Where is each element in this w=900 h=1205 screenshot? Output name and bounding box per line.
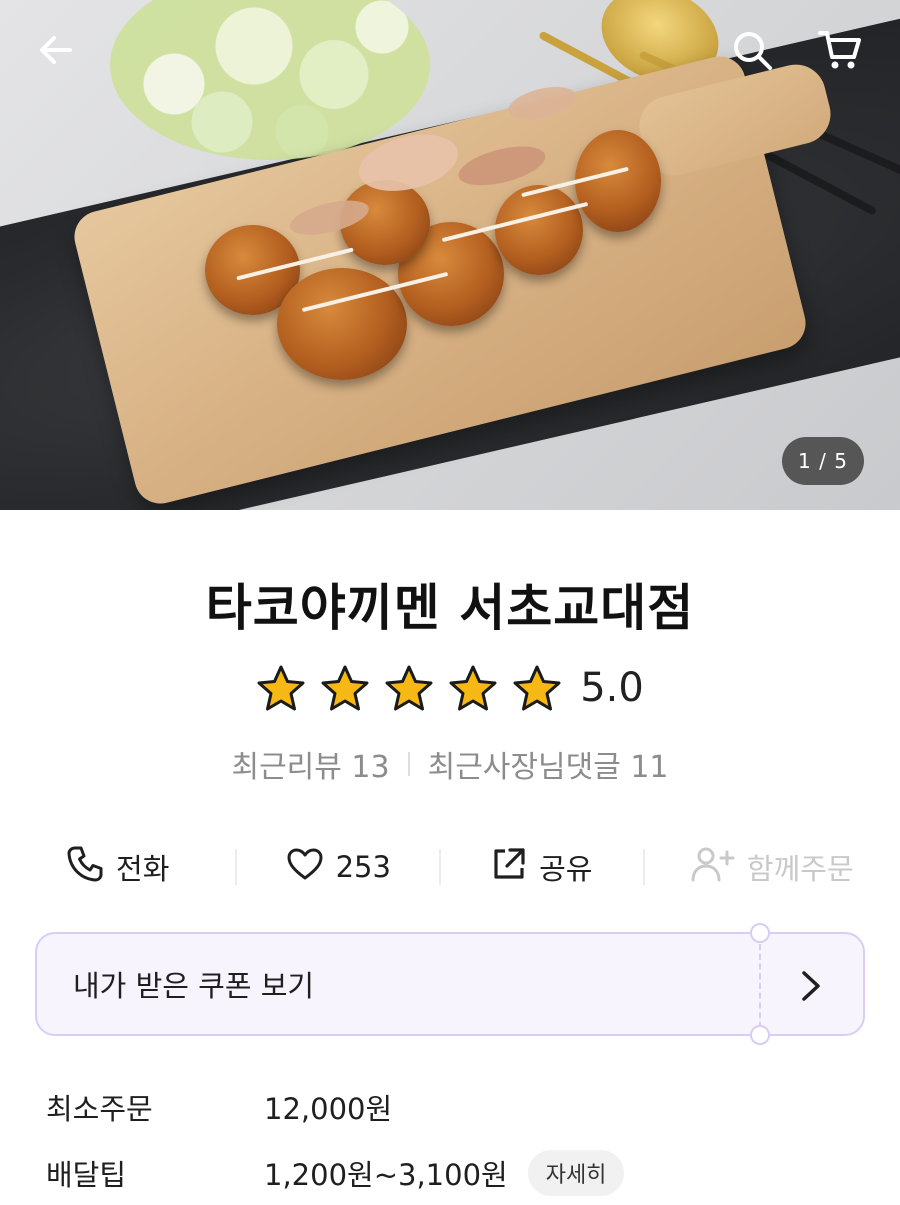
- search-button[interactable]: [724, 24, 780, 80]
- chevron-right-icon: [789, 964, 833, 1008]
- favorite-count: 253: [335, 850, 391, 884]
- star-icon: [512, 664, 562, 712]
- search-icon: [730, 28, 774, 76]
- share-label: 공유: [539, 852, 593, 886]
- rating-value: 5.0: [580, 665, 644, 711]
- store-detail-page: 1 / 5 타코야끼멘 서초교대점 5.0 최근리뷰 13 최근사장님댓글 11…: [0, 0, 900, 1205]
- add-user-icon: [691, 846, 735, 889]
- cart-icon: [817, 28, 863, 76]
- store-photo-carousel[interactable]: 1 / 5: [0, 0, 900, 510]
- photo-counter-badge: 1 / 5: [782, 437, 864, 485]
- my-coupons-button[interactable]: 내가 받은 쿠폰 보기: [35, 923, 865, 1045]
- delivery-tip-details-button[interactable]: 자세히: [527, 1150, 625, 1196]
- coupon-label: 내가 받은 쿠폰 보기: [73, 969, 315, 1003]
- min-order-value: 12,000원: [264, 1092, 393, 1126]
- heart-icon: [286, 847, 324, 888]
- review-summary: 최근리뷰 13 최근사장님댓글 11: [0, 742, 900, 786]
- recent-reviews-link[interactable]: 최근리뷰 13: [231, 742, 389, 786]
- min-order-label: 최소주문: [46, 1092, 153, 1126]
- phone-icon: [66, 845, 104, 890]
- share-icon: [491, 846, 527, 889]
- min-order-row: 최소주문 12,000원: [46, 1082, 866, 1132]
- star-icon: [256, 664, 306, 712]
- coupon-notch: [750, 923, 770, 943]
- delivery-tip-row: 배달팁 1,200원~3,100원 자세히: [46, 1148, 866, 1198]
- delivery-tip-label: 배달팁: [46, 1158, 127, 1192]
- divider: [407, 752, 410, 776]
- star-icon: [320, 664, 370, 712]
- call-button[interactable]: 전화: [0, 838, 235, 896]
- store-action-bar: 전화 253 공유 함께주문: [0, 838, 900, 896]
- cart-button[interactable]: [812, 24, 868, 80]
- back-button[interactable]: [28, 24, 84, 80]
- star-icon: [448, 664, 498, 712]
- favorite-button[interactable]: 253: [237, 838, 439, 896]
- star-icon: [384, 664, 434, 712]
- recent-owner-replies-link[interactable]: 최근사장님댓글 11: [428, 742, 669, 786]
- call-label: 전화: [116, 852, 170, 886]
- coupon-notch: [750, 1025, 770, 1045]
- group-order-button[interactable]: 함께주문: [645, 838, 900, 896]
- rating-stars: [256, 664, 562, 712]
- store-name-title: 타코야끼멘 서초교대점: [205, 579, 695, 637]
- group-order-label: 함께주문: [746, 852, 854, 886]
- share-button[interactable]: 공유: [441, 838, 643, 896]
- arrow-left-icon: [36, 30, 76, 74]
- coupon-dashed-divider: [759, 944, 761, 1028]
- delivery-tip-value: 1,200원~3,100원: [264, 1158, 508, 1192]
- rating-row[interactable]: 5.0: [0, 658, 900, 718]
